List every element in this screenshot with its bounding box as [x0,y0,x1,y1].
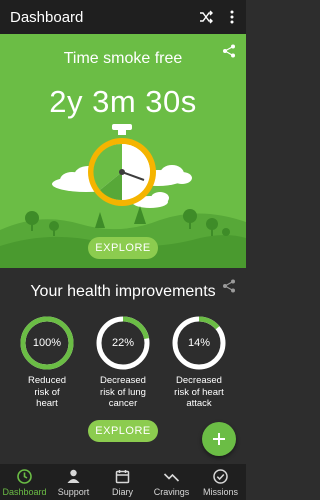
smoke-free-card: Time smoke free 2y 3m 30s EXPLORE [0,34,246,268]
caption-line: Decreased [176,375,222,386]
bottom-nav: Dashboard Support Diary Cravings Mission… [0,464,246,500]
nav-label: Missions [202,487,238,497]
progress-percent: 100% [32,337,62,349]
explore-button[interactable]: EXPLORE [88,237,158,259]
health-progress-ring[interactable]: 22% [95,315,151,371]
caption-line: Decreased [100,375,146,386]
plus-icon [213,433,225,445]
nav-label: Support [57,487,90,497]
smoke-free-timer: 2y 3m 30s [49,84,197,119]
health-progress-ring[interactable]: 14% [171,315,227,371]
explore-button[interactable]: EXPLORE [88,420,158,442]
progress-percent: 22% [111,337,135,349]
shuffle-icon[interactable] [196,7,216,27]
more-vert-icon[interactable] [222,7,242,27]
health-caption: Decreased risk of heart attack [164,375,234,410]
nav-item-cravings[interactable]: Cravings [147,464,196,500]
caption-line: risk of [34,386,60,398]
health-caption: Reduced risk of heart [12,375,82,410]
add-button[interactable] [202,422,236,456]
nav-label: Dashboard [2,487,47,497]
calendar-icon [115,470,130,484]
check-circle-icon [213,469,228,484]
nav-item-dashboard[interactable]: Dashboard [0,464,49,500]
nav-item-diary[interactable]: Diary [98,464,147,500]
health-progress-ring[interactable]: 100% [19,315,75,371]
caption-line: Reduced [27,375,67,386]
caption-line: cancer [108,398,138,409]
person-icon [67,469,80,483]
caption-line: attack [186,398,212,409]
section-title: Your health improvements [30,283,216,300]
caption-line: risk of lung [100,386,146,398]
caption-line: heart [36,398,58,409]
clock-icon [17,469,32,484]
page-title: Dashboard [10,9,84,26]
nav-item-support[interactable]: Support [49,464,98,500]
nav-label: Diary [111,487,133,497]
caption-line: risk of heart [174,386,224,398]
health-caption: Decreased risk of lung cancer [88,375,158,410]
nav-label: Cravings [153,487,190,497]
nav-item-missions[interactable]: Missions [196,464,245,500]
progress-percent: 14% [187,337,211,349]
app-bar: Dashboard [0,0,246,34]
trend-icon [163,473,180,482]
hero-title: Time smoke free [63,50,183,67]
